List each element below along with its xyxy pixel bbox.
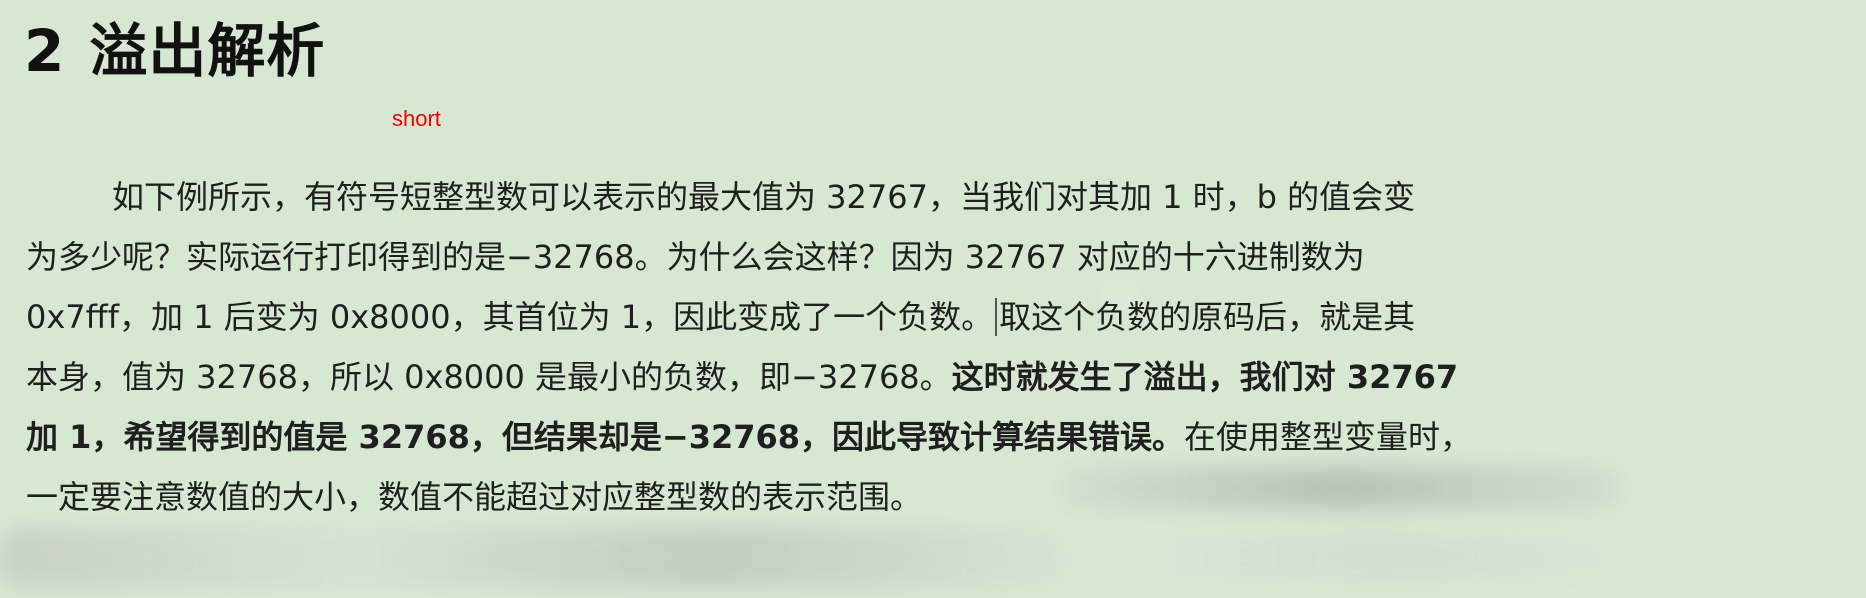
paragraph-text-4b: 这时就发生了溢出，我们对 32767 bbox=[951, 358, 1459, 396]
paragraph-text-3a: 0x7fff，加 1 后变为 0x8000，其首位为 1，因此变成了一个负数。 bbox=[26, 298, 994, 336]
blurred-redaction bbox=[0, 528, 1070, 588]
section-number: 2 bbox=[24, 17, 66, 85]
paragraph-line-6: 一定要注意数值的大小，数值不能超过对应整型数的表示范围。 bbox=[26, 467, 1658, 527]
body-paragraph: 如下例所示，有符号短整型数可以表示的最大值为 32767，当我们对其加 1 时，… bbox=[26, 167, 1658, 527]
blurred-redaction bbox=[1160, 535, 1620, 579]
paragraph-line-5: 加 1，希望得到的值是 32768，但结果却是−32768，因此导致计算结果错误… bbox=[26, 407, 1658, 467]
paragraph-line-3: 0x7fff，加 1 后变为 0x8000，其首位为 1，因此变成了一个负数。取… bbox=[26, 287, 1658, 347]
red-annotation: short bbox=[392, 106, 441, 131]
paragraph-text-3b: 取这个负数的原码后，就是其 bbox=[999, 298, 1416, 336]
section-heading: 2 溢出解析 bbox=[24, 16, 325, 86]
section-title: 溢出解析 bbox=[89, 17, 326, 85]
paragraph-text-1: 如下例所示，有符号短整型数可以表示的最大值为 32767，当我们对其加 1 时，… bbox=[112, 178, 1416, 216]
paragraph-text-4a: 本身，值为 32768，所以 0x8000 是最小的负数，即−32768。 bbox=[26, 358, 952, 396]
paragraph-line-2: 为多少呢？实际运行打印得到的是−32768。为什么会这样？因为 32767 对应… bbox=[26, 227, 1658, 287]
paragraph-text-6: 一定要注意数值的大小，数值不能超过对应整型数的表示范围。 bbox=[26, 478, 923, 516]
paragraph-text-5a: 加 1，希望得到的值是 32768，但结果却是−32768，因此导致计算结果错误… bbox=[26, 418, 1185, 456]
paragraph-line-1: 如下例所示，有符号短整型数可以表示的最大值为 32767，当我们对其加 1 时，… bbox=[26, 167, 1658, 227]
document-page: 2 溢出解析 short 如下例所示，有符号短整型数可以表示的最大值为 32767… bbox=[0, 0, 1866, 598]
paragraph-line-4: 本身，值为 32768，所以 0x8000 是最小的负数，即−32768。这时就… bbox=[26, 347, 1658, 407]
text-cursor bbox=[995, 298, 998, 336]
paragraph-text-5b: 在使用整型变量时， bbox=[1184, 418, 1473, 456]
paragraph-text-2: 为多少呢？实际运行打印得到的是−32768。为什么会这样？因为 32767 对应… bbox=[26, 238, 1365, 276]
